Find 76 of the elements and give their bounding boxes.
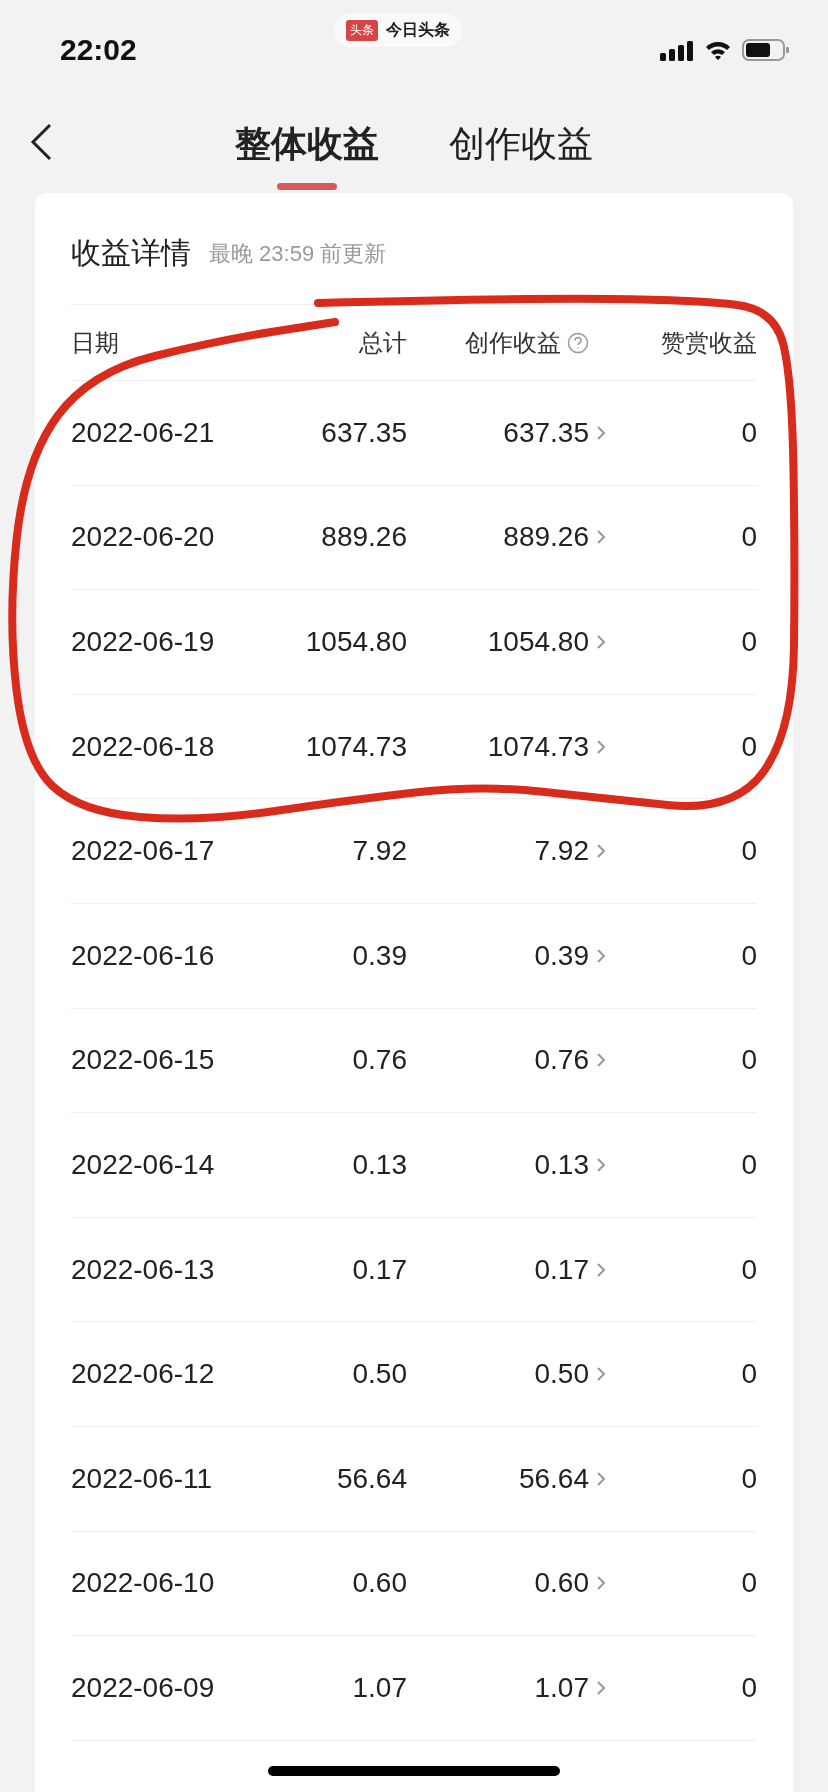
wifi-icon	[704, 39, 732, 61]
reward-cell: 0	[741, 730, 757, 763]
card-title: 收益详情	[71, 235, 191, 271]
total-cell: 1054.80	[305, 626, 407, 658]
reward-cell: 0	[741, 1253, 757, 1286]
column-header: 日期	[71, 327, 119, 358]
creative-income-cell: 7.92	[534, 835, 589, 868]
app-name: 今日头条	[386, 19, 451, 40]
creative-income-cell: 0.13	[534, 1148, 589, 1181]
date-cell: 2022-06-13	[71, 1253, 215, 1286]
total-cell: 637.35	[321, 416, 407, 449]
creative-income-cell: 0.39	[534, 939, 589, 972]
date-cell: 2022-06-10	[71, 1567, 215, 1600]
creative-income-cell: 0.60	[534, 1567, 589, 1600]
date-cell: 2022-06-17	[71, 835, 215, 868]
reward-cell: 0	[741, 1148, 757, 1181]
reward-cell: 0	[741, 939, 757, 972]
back-icon[interactable]	[28, 122, 54, 162]
battery-icon	[742, 38, 790, 62]
date-cell: 2022-06-21	[71, 416, 215, 449]
reward-cell: 0	[741, 1044, 757, 1077]
creative-income-cell: 0.76	[534, 1044, 589, 1077]
creative-income-cell: 1.07	[534, 1671, 589, 1704]
reward-cell: 0	[741, 416, 757, 449]
tab[interactable]: 整体收益	[235, 120, 379, 190]
total-cell: 1074.73	[305, 730, 407, 763]
update-note: 最晚 23:59 前更新	[209, 239, 387, 268]
chevron-right-icon[interactable]	[595, 737, 607, 756]
reward-cell: 0	[741, 626, 757, 658]
chevron-right-icon[interactable]	[595, 1155, 607, 1174]
chevron-right-icon[interactable]	[595, 1469, 607, 1488]
date-cell: 2022-06-11	[71, 1462, 213, 1495]
total-cell: 56.64	[336, 1462, 407, 1495]
signal-icon	[660, 39, 694, 61]
date-cell: 2022-06-19	[71, 626, 215, 658]
chevron-right-icon[interactable]	[595, 633, 607, 651]
creative-income-cell: 56.64	[518, 1462, 589, 1495]
date-cell: 2022-06-18	[71, 730, 215, 763]
tab[interactable]: 创作收益	[449, 120, 593, 190]
date-cell: 2022-06-14	[71, 1148, 215, 1181]
creative-income-cell: 1054.80	[487, 626, 589, 658]
column-header: 总计	[359, 327, 407, 358]
total-cell: 0.17	[352, 1253, 407, 1286]
total-cell: 7.92	[352, 835, 407, 868]
help-icon[interactable]	[567, 331, 589, 354]
reward-cell: 0	[741, 1462, 757, 1495]
total-cell: 1.07	[352, 1671, 407, 1704]
reward-cell: 0	[741, 1567, 757, 1600]
total-cell: 0.13	[352, 1148, 407, 1181]
total-cell: 0.60	[352, 1567, 407, 1600]
reward-cell: 0	[741, 521, 757, 554]
creative-income-cell: 889.26	[503, 521, 589, 554]
date-cell: 2022-06-15	[71, 1044, 215, 1077]
reward-cell: 0	[741, 1671, 757, 1704]
date-cell: 2022-06-20	[71, 521, 215, 554]
date-cell: 2022-06-12	[71, 1358, 215, 1391]
reward-cell: 0	[741, 1358, 757, 1391]
total-cell: 0.76	[352, 1044, 407, 1077]
app-logo: 头条	[346, 19, 379, 41]
chevron-right-icon[interactable]	[595, 1678, 607, 1697]
creative-income-cell: 0.17	[534, 1253, 589, 1286]
reward-cell: 0	[741, 835, 757, 868]
creative-income-cell: 0.50	[534, 1358, 589, 1391]
chevron-right-icon[interactable]	[595, 423, 607, 442]
column-header: 赞赏收益	[661, 327, 757, 358]
date-cell: 2022-06-09	[71, 1671, 215, 1704]
chevron-right-icon[interactable]	[595, 1260, 607, 1279]
total-cell: 0.50	[352, 1358, 407, 1391]
creative-income-cell: 637.35	[503, 416, 589, 449]
chevron-right-icon[interactable]	[595, 946, 607, 965]
date-cell: 2022-06-16	[71, 939, 215, 972]
creative-income-cell: 1074.73	[487, 730, 589, 763]
total-cell: 889.26	[321, 521, 407, 554]
status-time: 22:02	[60, 33, 137, 67]
total-cell: 0.39	[352, 939, 407, 972]
column-header: 创作收益	[465, 327, 561, 358]
